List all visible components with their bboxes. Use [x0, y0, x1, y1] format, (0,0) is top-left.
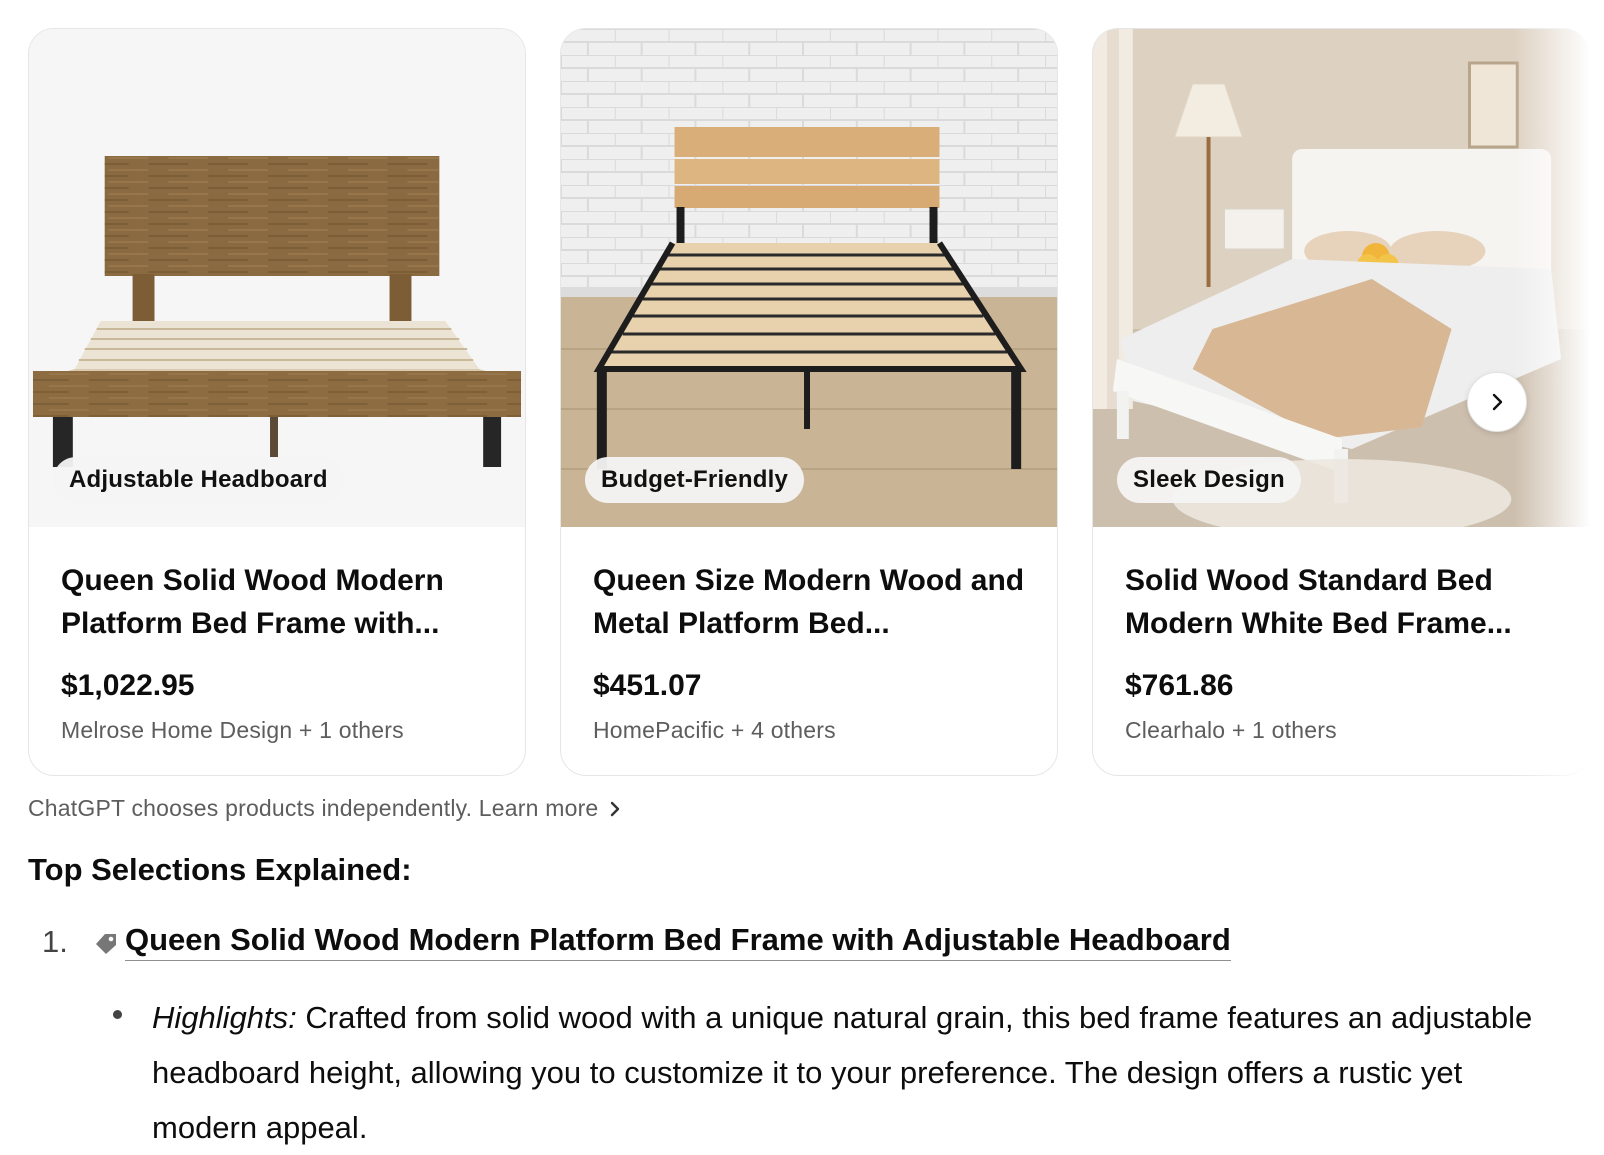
- product-price: $451.07: [593, 669, 702, 702]
- product-badge: Budget-Friendly: [585, 457, 804, 503]
- product-sellers: HomePacific + 4 others: [593, 717, 836, 743]
- disclaimer-text[interactable]: ChatGPT chooses products independently. …: [28, 795, 598, 822]
- wood-bed-illustration: [29, 29, 525, 527]
- tag-icon: [96, 934, 116, 954]
- product-image[interactable]: [29, 29, 525, 527]
- highlights-text: Crafted from solid wood with a unique na…: [152, 1000, 1533, 1145]
- product-title[interactable]: Queen Solid Wood Modern Platform Bed Fra…: [61, 559, 501, 645]
- disclaimer[interactable]: ChatGPT chooses products independently. …: [28, 795, 622, 822]
- product-title[interactable]: Queen Size Modern Wood and Metal Platfor…: [593, 559, 1033, 645]
- product-price: $1,022.95: [61, 669, 195, 702]
- product-sellers: Melrose Home Design + 1 others: [61, 717, 404, 743]
- product-card[interactable]: Adjustable Headboard Queen Solid Wood Mo…: [28, 28, 526, 776]
- product-title[interactable]: Solid Wood Standard Bed Modern White Bed…: [1125, 559, 1565, 645]
- list-number: 1.: [42, 924, 68, 959]
- carousel-next-button[interactable]: [1467, 372, 1527, 432]
- highlights-paragraph: Highlights: Crafted from solid wood with…: [152, 990, 1552, 1155]
- metal-bed-illustration: [561, 29, 1057, 527]
- chevron-right-icon: [1492, 393, 1503, 411]
- chevron-right-icon: [611, 801, 620, 816]
- product-card[interactable]: Budget-Friendly Queen Size Modern Wood a…: [560, 28, 1058, 776]
- highlights-label: Highlights:: [152, 1000, 297, 1035]
- section-heading: Top Selections Explained:: [28, 852, 412, 887]
- product-sellers: Clearhalo + 1 others: [1125, 717, 1337, 743]
- product-badge: Sleek Design: [1117, 457, 1301, 503]
- product-carousel: Adjustable Headboard Queen Solid Wood Mo…: [0, 0, 1604, 800]
- bullet-point: [113, 1010, 122, 1019]
- product-link[interactable]: Queen Solid Wood Modern Platform Bed Fra…: [125, 922, 1231, 961]
- product-image[interactable]: [561, 29, 1057, 527]
- product-badge: Adjustable Headboard: [53, 457, 344, 503]
- product-price: $761.86: [1125, 669, 1234, 702]
- carousel-fade: [1514, 0, 1604, 800]
